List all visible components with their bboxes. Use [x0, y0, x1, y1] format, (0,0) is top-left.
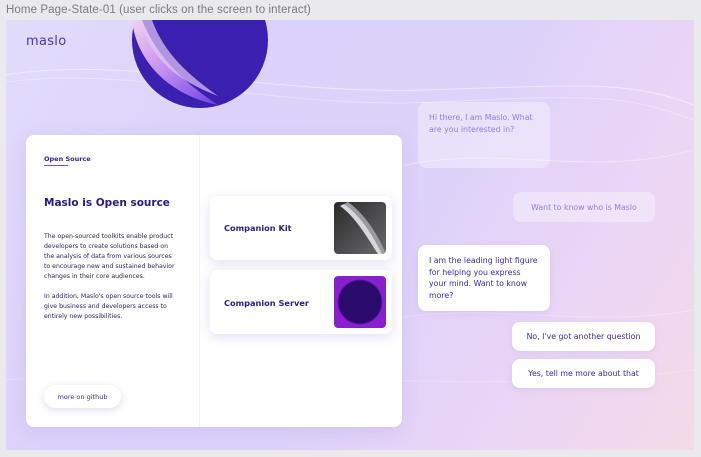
bot-greeting-bubble: Hi there, I am Maslo. What are you inter…	[418, 102, 550, 168]
companion-kit-card[interactable]: Companion Kit	[210, 196, 392, 260]
companion-server-card[interactable]: Companion Server	[210, 270, 392, 334]
card-divider	[199, 135, 200, 427]
card-paragraph-2: In addition, Maslo's open source tools w…	[44, 293, 173, 320]
open-source-tag: Open Source	[44, 155, 91, 163]
maslo-orb-icon	[132, 20, 268, 108]
open-source-card: Open Source Maslo is Open source The ope…	[26, 135, 402, 427]
more-on-github-button[interactable]: more on github	[44, 385, 121, 408]
card-title: Maslo is Open source	[44, 197, 170, 209]
maslo-logo[interactable]: maslo	[26, 34, 66, 49]
companion-server-label: Companion Server	[224, 298, 309, 308]
companion-kit-label: Companion Kit	[224, 223, 292, 233]
user-message-bubble: Want to know who is Maslo	[513, 192, 655, 222]
bot-reply-bubble: I am the leading light figure for helpin…	[418, 245, 550, 311]
artboard[interactable]: maslo Open Source Maslo is Open source T…	[6, 20, 694, 450]
option-another-question-button[interactable]: No, I've got another question	[512, 322, 655, 351]
frame-label: Home Page-State-01 (user clicks on the s…	[6, 4, 311, 16]
card-body: The open-sourced toolkits enable product…	[44, 232, 178, 332]
card-paragraph-1: The open-sourced toolkits enable product…	[44, 233, 175, 280]
tag-underline	[44, 165, 68, 166]
circle-orb-icon	[334, 276, 386, 328]
curled-page-icon	[334, 202, 386, 254]
option-tell-me-more-button[interactable]: Yes, tell me more about that	[512, 359, 655, 388]
